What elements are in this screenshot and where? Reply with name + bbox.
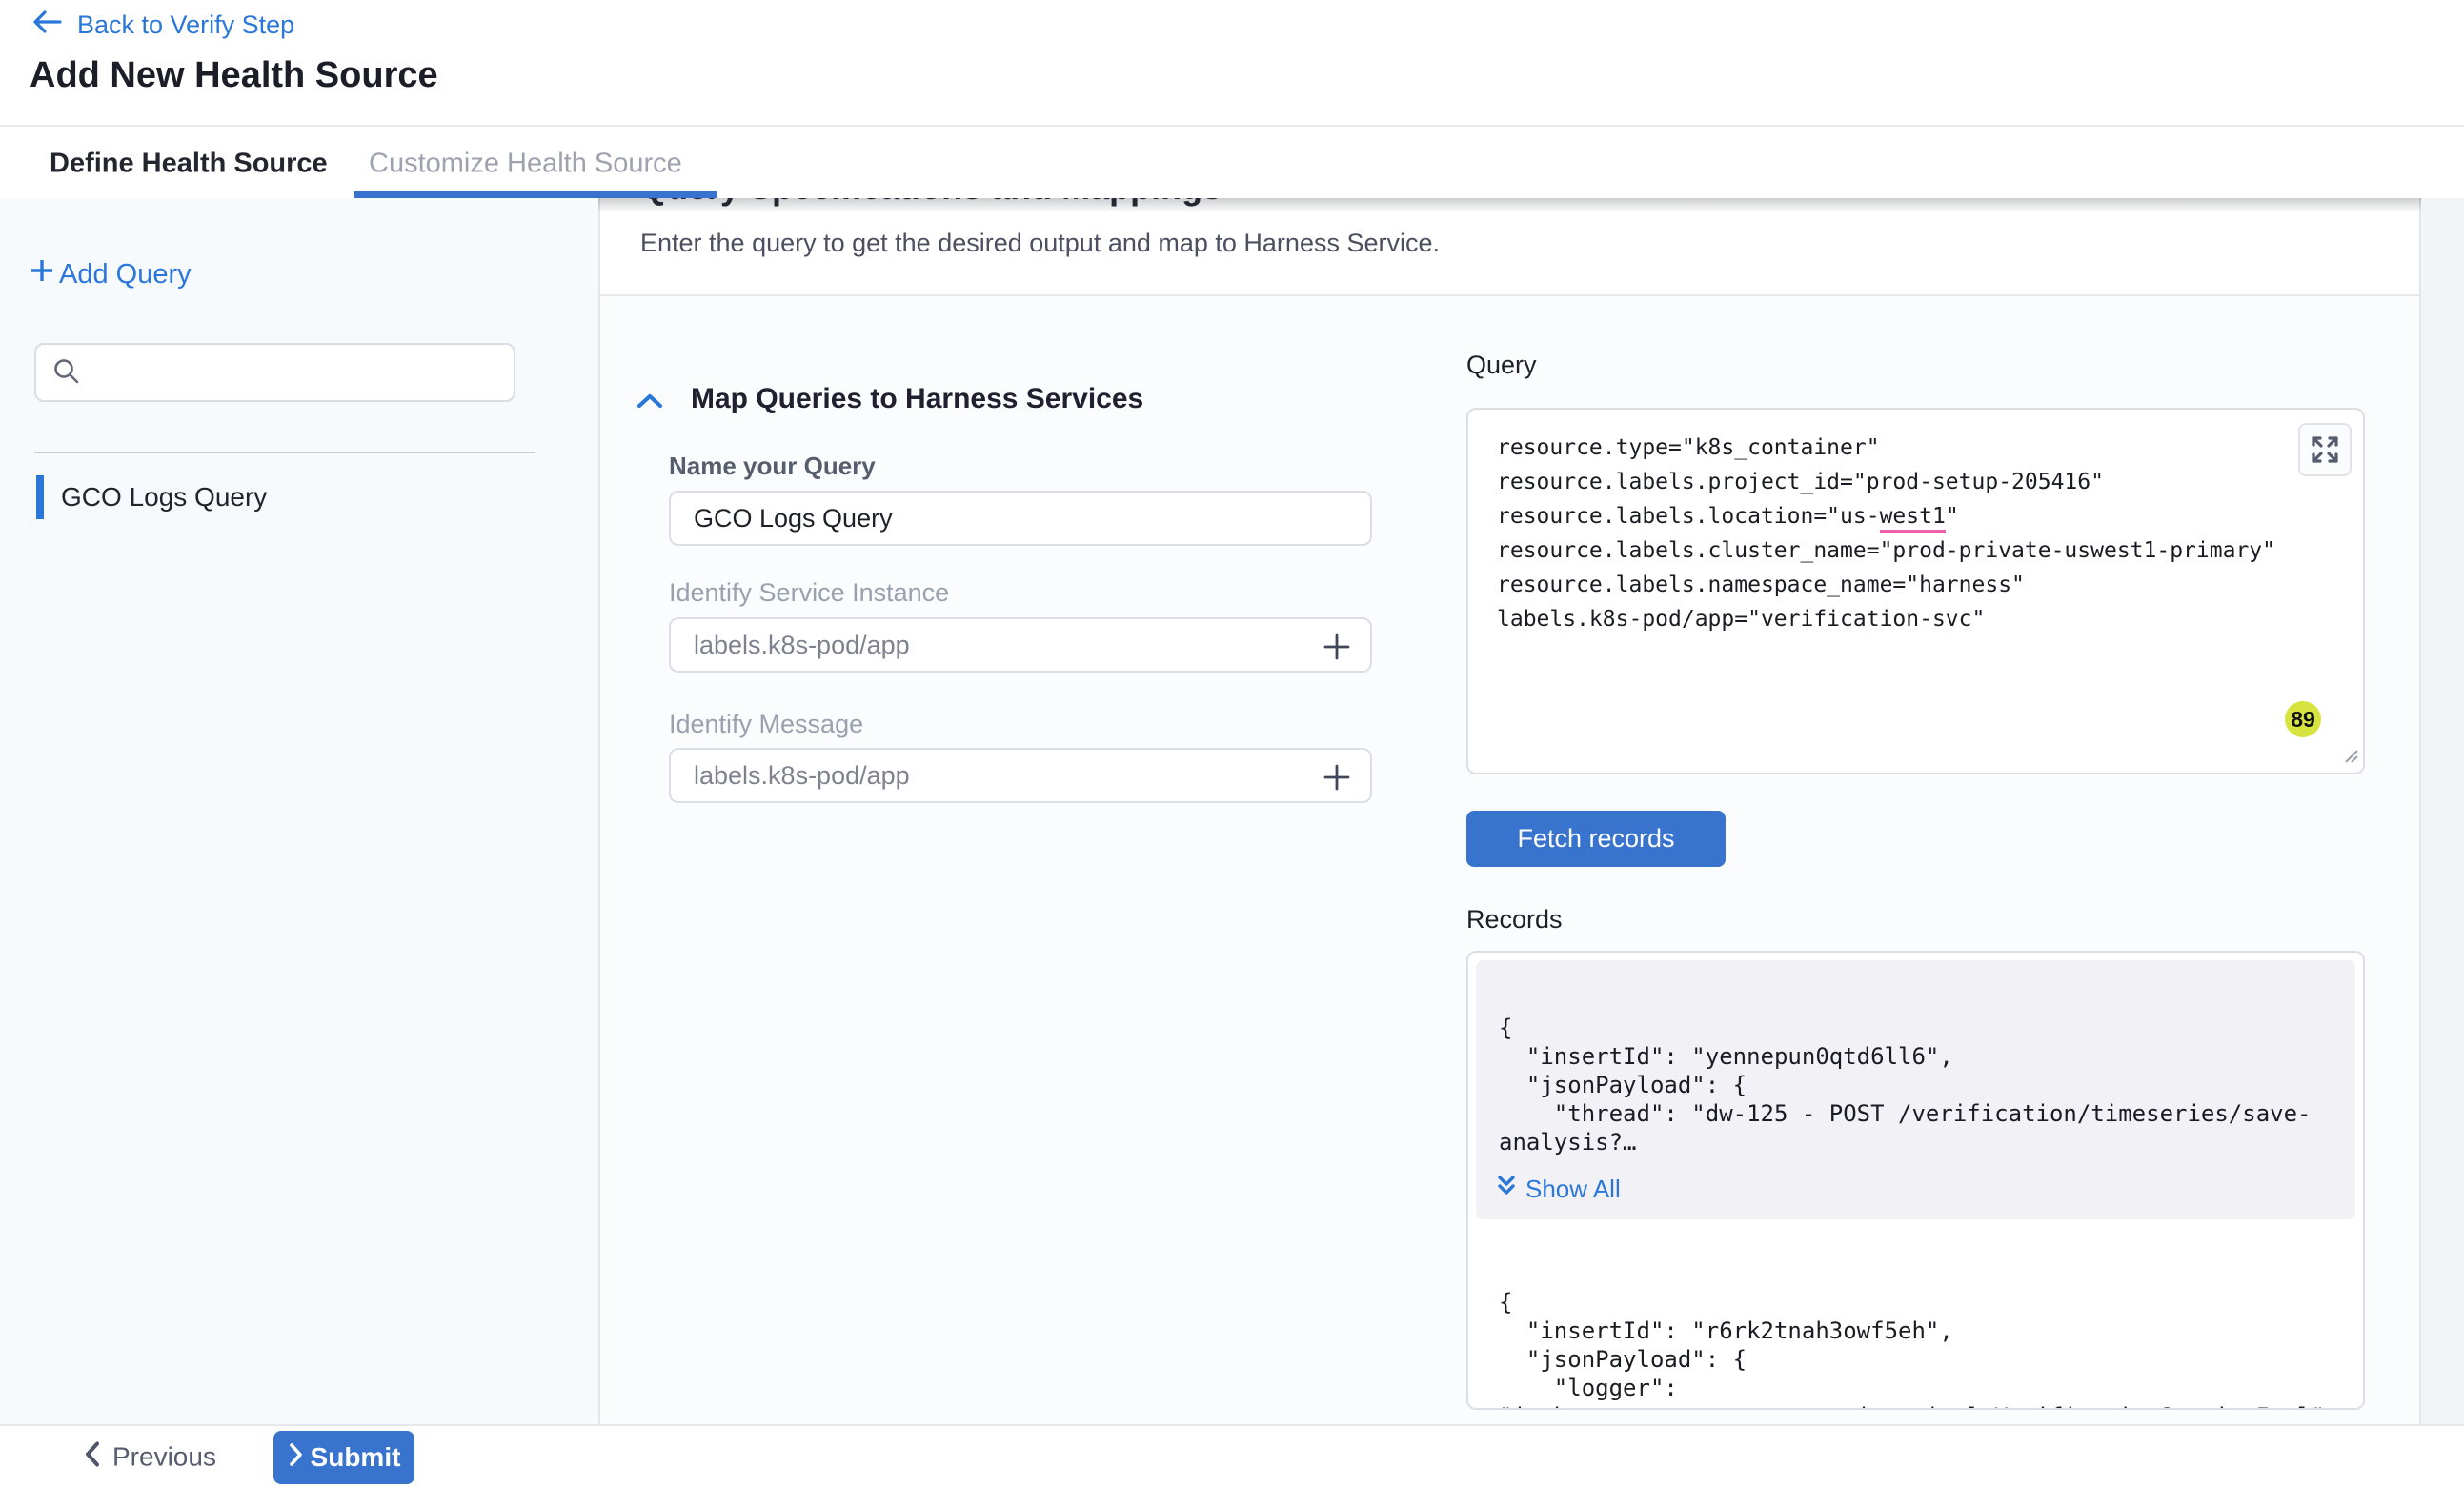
previous-label: Previous (112, 1442, 216, 1473)
back-link-label: Back to Verify Step (77, 10, 294, 40)
add-query-label: Add Query (59, 259, 192, 291)
message-input[interactable] (671, 750, 1370, 801)
page-header: Back to Verify Step Add New Health Sourc… (0, 0, 2464, 127)
query-editor-box[interactable]: resource.type="k8s_container" resource.l… (1466, 408, 2365, 774)
card-header-divider (600, 294, 2419, 296)
page-title: Add New Health Source (30, 55, 438, 96)
record-line: "jsonPayload": { (1499, 1345, 2325, 1374)
identify-message-label: Identify Message (669, 710, 863, 739)
query-name-field-wrap (669, 491, 1372, 546)
add-message-button[interactable] (1321, 761, 1353, 798)
record-1-json: { "insertId": "yennepun0qtd6ll6", "jsonP… (1499, 1014, 2312, 1156)
records-panel[interactable]: { "insertId": "yennepun0qtd6ll6", "jsonP… (1466, 951, 2365, 1410)
tab-customize-health-source[interactable]: Customize Health Source (369, 148, 682, 179)
query-line: resource.labels.cluster_name="prod-priva… (1497, 533, 2275, 568)
service-instance-input[interactable] (671, 619, 1370, 671)
record-item-1: { "insertId": "yennepun0qtd6ll6", "jsonP… (1476, 960, 2355, 1219)
add-query-button[interactable]: Add Query (29, 257, 192, 292)
footer-bar: Previous Submit (0, 1424, 2464, 1488)
record-line: { (1499, 1288, 2325, 1317)
spellcheck-underlined-text: west1 (1880, 504, 1946, 533)
selected-item-indicator (36, 475, 44, 519)
section-subtitle: Enter the query to get the desired outpu… (640, 229, 1440, 258)
records-label: Records (1466, 905, 1563, 935)
record-line: "io.harness.cvng.core.services.impl.Veri… (1499, 1402, 2325, 1410)
back-arrow-icon (31, 10, 62, 41)
content-area: Add Query GCO Logs Query Query Specifica… (0, 198, 2464, 1424)
map-queries-heading: Map Queries to Harness Services (691, 383, 1143, 415)
add-service-instance-button[interactable] (1321, 631, 1353, 668)
submit-button[interactable]: Submit (273, 1431, 414, 1484)
query-line: resource.labels.namespace_name="harness" (1497, 568, 2275, 602)
section-title: Query Specifications and Mappings (640, 198, 1222, 208)
query-line-text: " (1946, 504, 1959, 529)
plus-icon (1321, 761, 1353, 794)
search-icon (51, 356, 80, 390)
query-editor-text: resource.type="k8s_container" resource.l… (1497, 431, 2275, 636)
tab-define-health-source[interactable]: Define Health Source (50, 148, 328, 179)
query-search-box (34, 343, 515, 402)
record-line: analysis?… (1499, 1128, 2312, 1156)
chevron-right-icon (288, 1442, 303, 1474)
active-tab-underline (354, 191, 717, 198)
plus-icon (29, 257, 55, 292)
submit-label: Submit (311, 1442, 401, 1473)
identify-service-instance-label: Identify Service Instance (669, 578, 949, 608)
query-line: labels.k8s-pod/app="verification-svc" (1497, 602, 2275, 636)
double-chevron-down-icon (1495, 1174, 1518, 1205)
query-line: resource.type="k8s_container" (1497, 431, 2275, 465)
query-line-text: resource.labels.location="us- (1497, 504, 1880, 529)
query-line: resource.labels.location="us-west1" (1497, 499, 2275, 533)
previous-button[interactable]: Previous (84, 1439, 216, 1475)
plus-icon (1321, 631, 1353, 663)
query-name-input[interactable] (671, 493, 1370, 544)
query-specifications-card: Query Specifications and Mappings Enter … (598, 198, 2421, 1424)
chevron-left-icon (84, 1439, 101, 1475)
record-line: { (1499, 1014, 2312, 1042)
record-line: "jsonPayload": { (1499, 1071, 2312, 1099)
query-line: resource.labels.project_id="prod-setup-2… (1497, 465, 2275, 499)
query-sidebar: Add Query GCO Logs Query (0, 198, 598, 1424)
query-item-label: GCO Logs Query (61, 482, 267, 513)
resize-grip-icon (2338, 743, 2359, 764)
show-all-label: Show All (1525, 1175, 1621, 1204)
record-line: "insertId": "r6rk2tnah3owf5eh", (1499, 1317, 2325, 1345)
sidebar-divider (34, 452, 535, 453)
search-input[interactable] (91, 358, 498, 388)
record-line: "logger": (1499, 1374, 2325, 1402)
fullscreen-icon (2309, 433, 2341, 466)
query-label: Query (1466, 351, 1537, 380)
character-count-badge: 89 (2285, 701, 2321, 737)
tab-bar: Define Health Source Customize Health So… (0, 129, 2464, 198)
record-line: "insertId": "yennepun0qtd6ll6", (1499, 1042, 2312, 1071)
sidebar-item-gco-logs-query[interactable]: GCO Logs Query (0, 473, 534, 522)
record-2-json: { "insertId": "r6rk2tnah3owf5eh", "jsonP… (1499, 1288, 2325, 1410)
service-instance-field-wrap (669, 617, 1372, 673)
name-your-query-label: Name your Query (669, 452, 876, 481)
chevron-up-icon (636, 392, 664, 410)
collapse-section-button[interactable] (636, 392, 664, 414)
textarea-resize-handle[interactable] (2338, 743, 2359, 769)
add-health-source-screen: Back to Verify Step Add New Health Sourc… (0, 0, 2464, 1488)
show-all-link[interactable]: Show All (1495, 1174, 1621, 1205)
back-link[interactable]: Back to Verify Step (31, 10, 294, 41)
fetch-records-button[interactable]: Fetch records (1466, 811, 1726, 867)
expand-query-button[interactable] (2298, 423, 2352, 476)
record-line: "thread": "dw-125 - POST /verification/t… (1499, 1099, 2312, 1128)
message-field-wrap (669, 748, 1372, 803)
